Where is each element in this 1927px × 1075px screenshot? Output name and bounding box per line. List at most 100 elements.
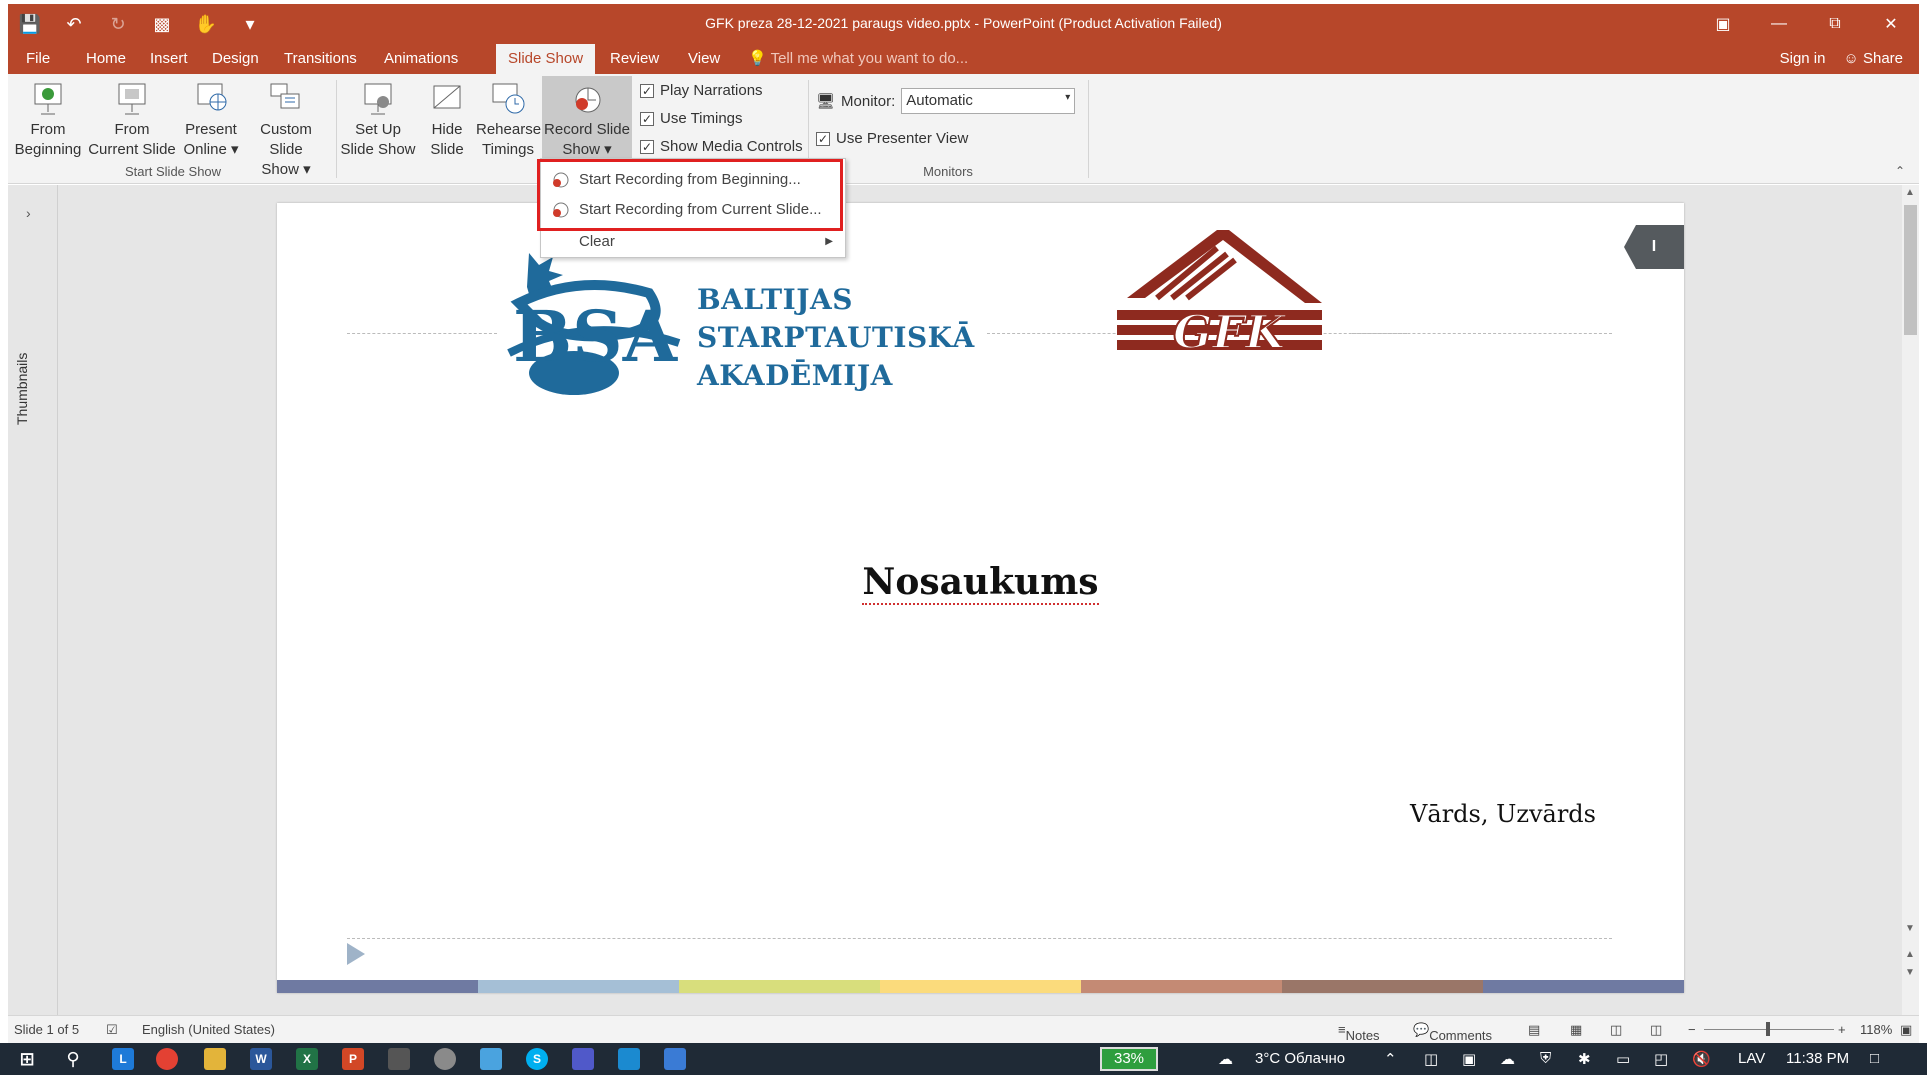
- ribbon-display-icon[interactable]: ▣: [1695, 4, 1751, 44]
- next-slide-icon[interactable]: ▼: [1905, 967, 1915, 978]
- thumbnails-pane-collapsed[interactable]: › Thumbnails: [8, 185, 58, 1015]
- sign-in-link[interactable]: Sign in: [1780, 44, 1826, 74]
- tab-slide-show[interactable]: Slide Show: [496, 44, 596, 74]
- set-up-slide-show-button[interactable]: Set Up Slide Show: [340, 80, 416, 160]
- notification-icon[interactable]: □: [1870, 1050, 1879, 1067]
- vertical-scrollbar[interactable]: ▲ ▼ ▲ ▼: [1902, 185, 1919, 1015]
- record-label-2: Show: [562, 141, 600, 158]
- battery-indicator[interactable]: 33%: [1100, 1047, 1158, 1071]
- tab-view[interactable]: View: [676, 44, 732, 74]
- from-current-slide-button[interactable]: From Current Slide: [88, 80, 176, 160]
- academy-line-1: BALTIJAS: [697, 283, 853, 316]
- tab-file[interactable]: File: [14, 44, 62, 74]
- show-media-controls-checkbox[interactable]: ✓ Show Media Controls: [640, 138, 803, 155]
- rehearse-timings-button[interactable]: Rehearse Timings: [476, 80, 541, 160]
- group-separator: [336, 80, 337, 178]
- scroll-down-icon[interactable]: ▼: [1905, 923, 1915, 934]
- present-online-button[interactable]: Present Online ▾: [182, 80, 240, 160]
- slide-number-text: I: [1651, 238, 1657, 255]
- minimize-icon[interactable]: —: [1751, 4, 1807, 44]
- tab-insert[interactable]: Insert: [138, 44, 200, 74]
- close-icon[interactable]: ✕: [1863, 4, 1919, 44]
- color-stripe: [277, 980, 1684, 993]
- photos-icon[interactable]: [618, 1048, 640, 1070]
- wifi-icon[interactable]: ◰: [1654, 1050, 1668, 1068]
- title-bar: 💾 ↶ ↻ ▩ ✋ ▾ GFK preza 28-12-2021 paraugs…: [8, 4, 1919, 44]
- weather-text[interactable]: 3°C Облачно: [1255, 1050, 1345, 1067]
- tab-home[interactable]: Home: [74, 44, 138, 74]
- zoom-slider-thumb[interactable]: [1766, 1022, 1770, 1036]
- slide-author[interactable]: Vārds, Uzvārds: [1410, 800, 1596, 828]
- notes-button[interactable]: ≡ Notes: [1338, 1022, 1380, 1043]
- tell-me-box[interactable]: 💡 Tell me what you want to do...: [748, 44, 968, 74]
- chevron-up-icon[interactable]: ⌃: [1384, 1050, 1397, 1068]
- expand-thumbnails-icon[interactable]: ›: [26, 205, 31, 221]
- play-narrations-checkbox[interactable]: ✓ Play Narrations: [640, 82, 763, 99]
- tab-transitions[interactable]: Transitions: [272, 44, 369, 74]
- submenu-arrow-icon: ▶: [825, 236, 833, 247]
- screen-icon[interactable]: ▣: [1462, 1050, 1476, 1068]
- reading-view-icon[interactable]: ◫: [1610, 1022, 1622, 1038]
- keyboard-language[interactable]: LAV: [1738, 1050, 1765, 1067]
- record-label-1: Record Slide: [544, 121, 630, 138]
- checkmark-icon: ✓: [640, 139, 654, 154]
- calculator-icon[interactable]: [388, 1048, 410, 1070]
- normal-view-icon[interactable]: ▤: [1528, 1022, 1540, 1038]
- cloud-icon: ☁: [1218, 1051, 1233, 1068]
- monitor-select[interactable]: Automatic ▾: [901, 88, 1076, 114]
- meet-icon[interactable]: ◫: [1424, 1050, 1438, 1068]
- tab-design[interactable]: Design: [200, 44, 271, 74]
- scrollbar-thumb[interactable]: [1904, 205, 1917, 335]
- paint-icon[interactable]: [434, 1048, 456, 1070]
- language-indicator[interactable]: English (United States): [142, 1022, 275, 1037]
- checkmark-icon: ✓: [816, 131, 830, 146]
- clock[interactable]: 11:38 PM: [1786, 1050, 1849, 1067]
- file-explorer-icon[interactable]: [204, 1048, 226, 1070]
- slideshow-play-icon: [34, 83, 62, 115]
- media-play-icon[interactable]: [347, 943, 365, 965]
- battery-icon[interactable]: ▭: [1616, 1050, 1630, 1068]
- slideshow-view-icon[interactable]: ◫: [1650, 1022, 1662, 1038]
- excel-icon[interactable]: X: [296, 1048, 318, 1070]
- zoom-in-icon[interactable]: +: [1838, 1022, 1846, 1037]
- notes-app-icon[interactable]: [480, 1048, 502, 1070]
- chrome-icon[interactable]: [156, 1048, 178, 1070]
- fit-slide-icon[interactable]: ▣: [1900, 1022, 1912, 1038]
- spell-check-icon[interactable]: ☑: [106, 1022, 118, 1038]
- cloud-sync-icon[interactable]: ☁: [1500, 1050, 1515, 1068]
- windows-start-icon[interactable]: ⊞: [16, 1048, 38, 1070]
- search-icon[interactable]: ⚲: [62, 1048, 84, 1070]
- zoom-out-icon[interactable]: −: [1688, 1022, 1696, 1037]
- teams-icon[interactable]: [572, 1048, 594, 1070]
- academy-name: BALTIJAS STARPTAUTISKĀ AKADĒMIJA: [697, 281, 975, 395]
- use-timings-checkbox[interactable]: ✓ Use Timings: [640, 110, 743, 127]
- powerpoint-icon[interactable]: P: [342, 1048, 364, 1070]
- skype-icon[interactable]: S: [526, 1048, 548, 1070]
- prev-slide-icon[interactable]: ▲: [1905, 949, 1915, 960]
- shield-icon[interactable]: ⛨: [1540, 1050, 1551, 1067]
- zoom-level[interactable]: 118%: [1860, 1022, 1892, 1037]
- clear-item[interactable]: Clear ▶: [541, 227, 845, 257]
- collapse-ribbon-icon[interactable]: ⌃: [1895, 164, 1905, 178]
- scroll-up-icon[interactable]: ▲: [1905, 187, 1915, 198]
- hide-slide-icon: [433, 85, 461, 109]
- bluetooth-icon[interactable]: ✱: [1578, 1050, 1591, 1068]
- record-slide-show-button[interactable]: Record Slide Show ▾: [542, 80, 632, 160]
- hide-slide-button[interactable]: Hide Slide: [422, 80, 472, 160]
- slide-canvas[interactable]: BSA BALTIJAS STARPTAUTISKĀ AKADĒMIJA GFK…: [277, 203, 1684, 993]
- volume-muted-icon[interactable]: 🔇: [1692, 1050, 1711, 1068]
- slide-sorter-icon[interactable]: ▦: [1570, 1022, 1582, 1038]
- restore-icon[interactable]: ⧉: [1807, 4, 1863, 44]
- word-icon[interactable]: W: [250, 1048, 272, 1070]
- use-presenter-view-checkbox[interactable]: ✓ Use Presenter View: [816, 130, 968, 147]
- slideshow-current-icon: [118, 83, 146, 115]
- share-button[interactable]: ☺ Share: [1843, 44, 1903, 74]
- tab-animations[interactable]: Animations: [372, 44, 470, 74]
- app-l-icon[interactable]: L: [112, 1048, 134, 1070]
- from-beginning-button[interactable]: From Beginning: [10, 80, 86, 160]
- tab-review[interactable]: Review: [598, 44, 671, 74]
- comments-button[interactable]: 💬 Comments: [1413, 1022, 1492, 1043]
- slide-title[interactable]: Nosaukums: [277, 561, 1684, 605]
- remote-desktop-icon[interactable]: [664, 1048, 686, 1070]
- hide-slide-label-1: Hide: [431, 121, 463, 138]
